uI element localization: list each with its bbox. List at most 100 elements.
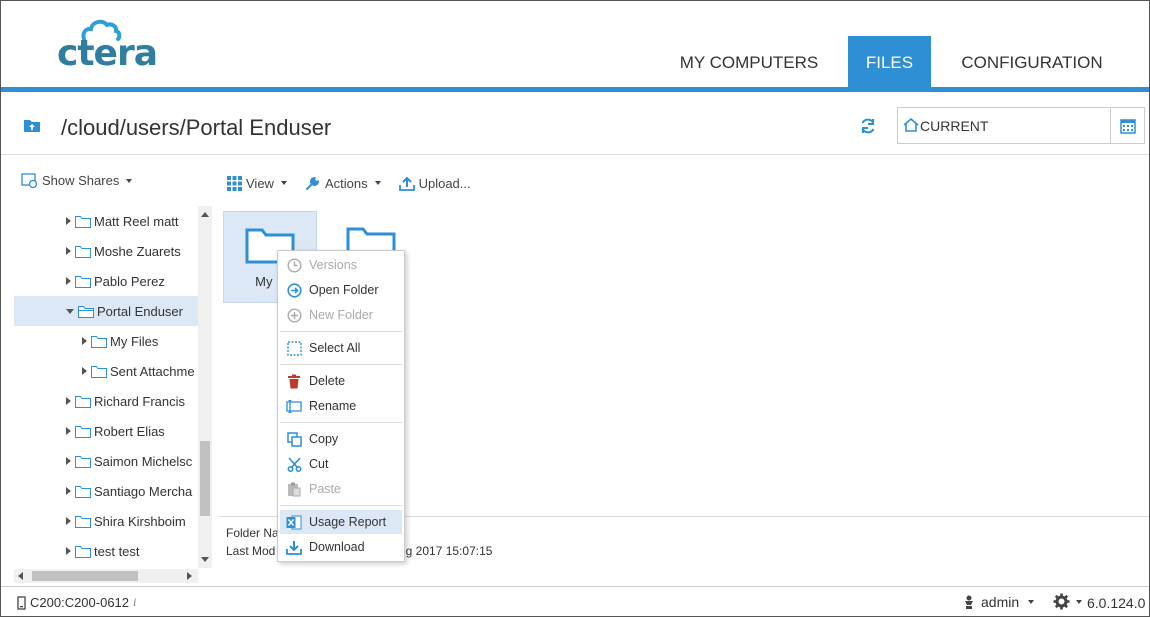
tree-item[interactable]: Shira Kirshboim bbox=[14, 506, 198, 536]
menu-item-label: Versions bbox=[309, 258, 357, 272]
refresh-icon[interactable] bbox=[859, 117, 877, 140]
tree-item[interactable]: Moshe Zuarets bbox=[14, 236, 198, 266]
home-icon bbox=[903, 117, 919, 138]
menu-item-select-all[interactable]: Select All bbox=[280, 336, 402, 360]
folder-icon bbox=[75, 425, 91, 438]
tree-item[interactable]: Matt Reel matt bbox=[14, 206, 198, 236]
tree-item-selected[interactable]: Portal Enduser bbox=[14, 296, 198, 326]
copy-icon bbox=[286, 431, 302, 447]
caret-down-icon bbox=[1076, 599, 1082, 604]
expand-arrow-icon[interactable] bbox=[66, 217, 71, 225]
tree-item[interactable]: Santiago Mercha bbox=[14, 476, 198, 506]
menu-item-label: Select All bbox=[309, 341, 361, 355]
tree-item-label: Richard Francis bbox=[94, 393, 186, 409]
menu-item-label: Download bbox=[309, 540, 365, 554]
actions-label: Actions bbox=[324, 175, 368, 191]
view-button[interactable]: View bbox=[227, 175, 287, 191]
device-info[interactable]: C200:C200-0612 i bbox=[17, 595, 136, 610]
scissors-icon bbox=[286, 456, 302, 472]
tab-configuration[interactable]: CONFIGURATION bbox=[946, 36, 1118, 89]
menu-item-new-folder[interactable]: New Folder bbox=[280, 303, 402, 327]
expand-arrow-icon[interactable] bbox=[66, 487, 71, 495]
menu-item-versions[interactable]: Versions bbox=[280, 253, 402, 277]
menu-item-open-folder[interactable]: Open Folder bbox=[280, 278, 402, 302]
tree-horizontal-scrollbar[interactable] bbox=[14, 569, 198, 583]
select-all-icon bbox=[286, 340, 302, 356]
menu-item-cut[interactable]: Cut bbox=[280, 452, 402, 476]
detail-last-modified-value: ug 2017 15:07:15 bbox=[399, 544, 493, 558]
device-name: C200:C200-0612 bbox=[30, 595, 130, 610]
folder-up-icon[interactable] bbox=[23, 118, 41, 138]
show-shares-label: Show Shares bbox=[42, 173, 120, 188]
expand-arrow-icon[interactable] bbox=[66, 517, 71, 525]
menu-item-label: Open Folder bbox=[309, 283, 379, 297]
caret-down-icon bbox=[374, 181, 381, 185]
expand-arrow-icon[interactable] bbox=[66, 277, 71, 285]
tree-item-label: Santiago Mercha bbox=[94, 483, 193, 499]
menu-item-label: Rename bbox=[309, 399, 357, 413]
menu-item-copy[interactable]: Copy bbox=[280, 427, 402, 451]
tree-item-label: Sent Attachme bbox=[110, 363, 195, 379]
scroll-up-arrow-icon[interactable] bbox=[201, 212, 209, 217]
expand-arrow-icon[interactable] bbox=[66, 457, 71, 465]
tree-item[interactable]: Pablo Perez bbox=[14, 266, 198, 296]
actions-button[interactable]: Actions bbox=[305, 175, 381, 191]
tree-item[interactable]: My Files bbox=[14, 326, 198, 356]
tree-item[interactable]: Richard Francis bbox=[14, 386, 198, 416]
menu-separator bbox=[280, 364, 402, 365]
menu-item-label: Paste bbox=[309, 482, 341, 496]
tree-item[interactable]: Saimon Michelsc bbox=[14, 446, 198, 476]
grid-icon bbox=[227, 175, 242, 191]
collapse-arrow-icon[interactable] bbox=[66, 308, 74, 314]
caret-down-icon bbox=[126, 178, 133, 183]
tab-files[interactable]: FILES bbox=[848, 36, 931, 89]
username: admin bbox=[981, 594, 1020, 610]
expand-arrow-icon[interactable] bbox=[66, 397, 71, 405]
scrollbar-thumb[interactable] bbox=[200, 441, 210, 516]
tree-item[interactable]: Sent Attachme bbox=[14, 356, 198, 386]
expand-arrow-icon[interactable] bbox=[82, 367, 87, 375]
scrollbar-thumb[interactable] bbox=[32, 571, 138, 581]
file-toolbar: View Actions Upload... bbox=[227, 173, 489, 193]
menu-item-delete[interactable]: Delete bbox=[280, 369, 402, 393]
scroll-down-arrow-icon[interactable] bbox=[201, 557, 209, 562]
tree-vertical-scrollbar[interactable] bbox=[198, 206, 212, 568]
folder-icon bbox=[75, 275, 91, 288]
folder-icon bbox=[75, 515, 91, 528]
folder-icon bbox=[75, 545, 91, 558]
folder-tree: Matt Reel matt Moshe Zuarets Pablo Perez… bbox=[14, 206, 198, 568]
menu-item-usage-report[interactable]: Usage Report bbox=[280, 510, 402, 534]
tree-item-label: My Files bbox=[110, 333, 159, 349]
header-accent-bar bbox=[1, 87, 1149, 92]
path-row: /cloud/users/Portal Enduser CURRENT bbox=[1, 93, 1149, 155]
expand-arrow-icon[interactable] bbox=[82, 337, 87, 345]
scroll-right-arrow-icon[interactable] bbox=[187, 572, 192, 580]
tab-my-computers[interactable]: MY COMPUTERS bbox=[665, 36, 833, 89]
show-shares-dropdown[interactable]: Show Shares bbox=[21, 173, 133, 188]
menu-item-label: Delete bbox=[309, 374, 346, 388]
folder-icon bbox=[75, 245, 91, 258]
tree-item[interactable]: Robert Elias bbox=[14, 416, 198, 446]
scroll-left-arrow-icon[interactable] bbox=[18, 572, 23, 580]
tree-item-label: Moshe Zuarets bbox=[94, 243, 181, 259]
user-menu[interactable]: admin bbox=[963, 594, 1035, 610]
gear-icon bbox=[1053, 593, 1070, 610]
info-icon[interactable]: i bbox=[133, 595, 136, 610]
snapshot-selector[interactable]: CURRENT bbox=[897, 107, 1145, 144]
expand-arrow-icon[interactable] bbox=[66, 427, 71, 435]
shares-icon bbox=[21, 173, 38, 188]
excel-icon bbox=[286, 514, 302, 530]
upload-icon bbox=[398, 176, 415, 191]
rename-icon bbox=[286, 398, 302, 414]
calendar-icon[interactable] bbox=[1110, 108, 1144, 143]
settings-menu[interactable] bbox=[1053, 593, 1082, 610]
menu-item-paste[interactable]: Paste bbox=[280, 477, 402, 501]
tree-item[interactable]: test test bbox=[14, 536, 198, 566]
menu-item-rename[interactable]: Rename bbox=[280, 394, 402, 418]
menu-item-download[interactable]: Download bbox=[280, 535, 402, 559]
upload-button[interactable]: Upload... bbox=[398, 176, 471, 191]
expand-arrow-icon[interactable] bbox=[66, 247, 71, 255]
folder-icon bbox=[75, 215, 91, 228]
menu-item-label: Copy bbox=[309, 432, 339, 446]
expand-arrow-icon[interactable] bbox=[66, 547, 71, 555]
